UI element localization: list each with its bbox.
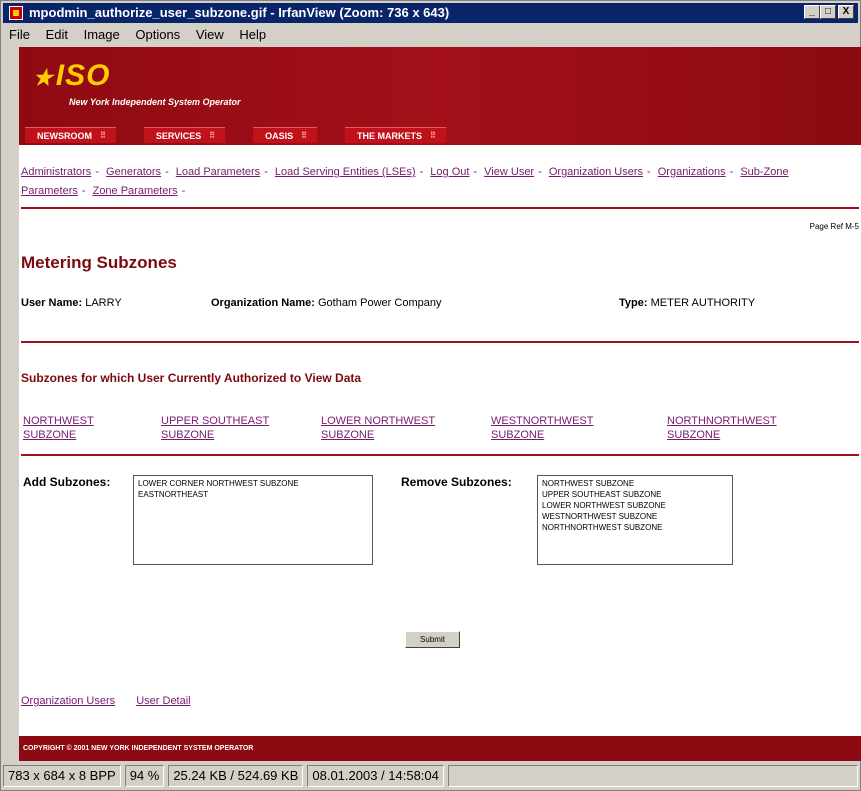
list-option[interactable]: EASTNORTHEAST bbox=[138, 489, 368, 500]
title-bar[interactable]: mpodmin_authorize_user_subzone.gif - Irf… bbox=[3, 3, 858, 23]
link-load-parameters[interactable]: Load Parameters bbox=[176, 166, 260, 178]
status-empty-cell bbox=[447, 765, 858, 787]
list-option[interactable]: NORTHNORTHWEST SUBZONE bbox=[542, 522, 728, 533]
site-nav-tabs: NEWSROOM ⠿ SERVICES ⠿ OASIS ⠿ THE MARKETS ⠿ bbox=[25, 127, 446, 145]
tab-grip-icon: ⠿ bbox=[100, 130, 106, 140]
subzone-name: UPPER SOUTHEAST bbox=[161, 415, 270, 427]
submit-button[interactable]: Submit bbox=[405, 631, 460, 648]
iso-logo[interactable]: ★ISO bbox=[33, 59, 110, 93]
status-zoom: 94 % bbox=[124, 765, 165, 787]
window-title: mpodmin_authorize_user_subzone.gif - Irf… bbox=[29, 5, 450, 20]
menu-image[interactable]: Image bbox=[78, 25, 126, 45]
status-bar: 783 x 684 x 8 BPP 94 % 25.24 KB / 524.69… bbox=[3, 765, 858, 789]
tab-label: SERVICES bbox=[155, 130, 202, 141]
maximize-button[interactable]: □ bbox=[820, 5, 836, 19]
subzone-suffix: SUBZONE bbox=[667, 429, 721, 441]
subzone-name: NORTHNORTHWEST bbox=[667, 415, 777, 427]
divider bbox=[21, 454, 859, 456]
logo-text: ISO bbox=[55, 59, 111, 92]
user-name-label: User Name: bbox=[21, 297, 83, 309]
list-option[interactable]: NORTHWEST SUBZONE bbox=[542, 478, 728, 489]
menu-file[interactable]: File bbox=[3, 25, 36, 45]
user-name-field: User Name: LARRY bbox=[21, 297, 122, 309]
image-viewport: ★ISO New York Independent System Operato… bbox=[19, 47, 861, 761]
tab-services[interactable]: SERVICES ⠿ bbox=[143, 127, 226, 143]
minimize-button[interactable]: _ bbox=[804, 5, 820, 19]
authorized-subzone-link[interactable]: UPPER SOUTHEAST SUBZONE bbox=[161, 414, 269, 442]
tab-label: OASIS bbox=[265, 130, 294, 141]
bottom-links: Organization Users User Detail bbox=[21, 695, 209, 707]
divider bbox=[21, 207, 859, 209]
status-datetime: 08.01.2003 / 14:58:04 bbox=[307, 765, 444, 787]
tab-grip-icon: ⠿ bbox=[429, 130, 436, 140]
site-banner: ★ISO New York Independent System Operato… bbox=[19, 47, 861, 145]
organization-label: Organization Name: bbox=[211, 297, 315, 309]
list-option[interactable]: WESTNORTHWEST SUBZONE bbox=[542, 511, 728, 522]
remove-subzones-list[interactable]: NORTHWEST SUBZONE UPPER SOUTHEAST SUBZON… bbox=[537, 475, 733, 565]
menu-view[interactable]: View bbox=[190, 25, 230, 45]
status-dimensions: 783 x 684 x 8 BPP bbox=[3, 765, 121, 787]
subzone-name: NORTHWEST bbox=[23, 415, 94, 427]
tab-the-markets[interactable]: THE MARKETS ⠿ bbox=[344, 127, 446, 143]
close-button[interactable]: X bbox=[838, 5, 854, 19]
organization-field: Organization Name: Gotham Power Company bbox=[211, 297, 441, 309]
list-option[interactable]: UPPER SOUTHEAST SUBZONE bbox=[542, 489, 728, 500]
type-value: METER AUTHORITY bbox=[650, 297, 756, 309]
link-log-out[interactable]: Log Out bbox=[430, 166, 469, 178]
subzone-suffix: SUBZONE bbox=[161, 429, 215, 441]
list-option[interactable]: LOWER CORNER NORTHWEST SUBZONE bbox=[138, 478, 368, 489]
authorized-subzone-link[interactable]: LOWER NORTHWEST SUBZONE bbox=[321, 414, 435, 442]
user-name-value: LARRY bbox=[85, 297, 122, 309]
link-administrators[interactable]: Administrators bbox=[21, 166, 91, 178]
page-title: Metering Subzones bbox=[21, 253, 177, 272]
tab-grip-icon: ⠿ bbox=[209, 130, 216, 140]
tab-label: NEWSROOM bbox=[37, 130, 92, 141]
copyright-footer: COPYRIGHT © 2001 NEW YORK INDEPENDENT SY… bbox=[19, 736, 861, 761]
link-organization-users[interactable]: Organization Users bbox=[549, 166, 643, 178]
tab-oasis[interactable]: OASIS ⠿ bbox=[253, 127, 317, 143]
link-organizations[interactable]: Organizations bbox=[658, 166, 726, 178]
subzone-suffix: SUBZONE bbox=[23, 429, 77, 441]
divider bbox=[21, 341, 859, 343]
type-label: Type: bbox=[619, 297, 648, 309]
subzone-name: LOWER NORTHWEST bbox=[321, 415, 436, 427]
menu-options[interactable]: Options bbox=[129, 25, 186, 45]
subzone-suffix: SUBZONE bbox=[321, 429, 375, 441]
irfanview-window: mpodmin_authorize_user_subzone.gif - Irf… bbox=[0, 0, 861, 791]
remove-subzones-label: Remove Subzones: bbox=[401, 475, 512, 489]
authorized-subzones-heading: Subzones for which User Currently Author… bbox=[21, 371, 362, 385]
authorized-subzone-link[interactable]: NORTHWEST SUBZONE bbox=[23, 414, 94, 442]
authorized-subzone-link[interactable]: WESTNORTHWEST SUBZONE bbox=[491, 414, 593, 442]
link-zone-parameters[interactable]: Zone Parameters bbox=[93, 185, 178, 197]
list-option[interactable]: LOWER NORTHWEST SUBZONE bbox=[542, 500, 728, 511]
site-tagline: New York Independent System Operator bbox=[69, 97, 241, 107]
status-filesize: 25.24 KB / 524.69 KB bbox=[168, 765, 304, 787]
add-subzones-list[interactable]: LOWER CORNER NORTHWEST SUBZONE EASTNORTH… bbox=[133, 475, 373, 565]
authorized-subzone-link[interactable]: NORTHNORTHWEST SUBZONE bbox=[667, 414, 777, 442]
subzone-name: WESTNORTHWEST bbox=[491, 415, 594, 427]
type-field: Type: METER AUTHORITY bbox=[619, 297, 755, 309]
page-ref: Page Ref M-5 bbox=[809, 222, 859, 231]
irfanview-app-icon bbox=[9, 6, 23, 20]
menu-bar: File Edit Image Options View Help bbox=[3, 25, 858, 45]
subzone-suffix: SUBZONE bbox=[491, 429, 545, 441]
link-organization-users-bottom[interactable]: Organization Users bbox=[21, 695, 115, 707]
tab-label: THE MARKETS bbox=[356, 130, 422, 141]
admin-nav-links: Administrators - Generators - Load Paramet… bbox=[21, 166, 789, 197]
organization-value: Gotham Power Company bbox=[317, 297, 442, 309]
add-subzones-label: Add Subzones: bbox=[23, 475, 111, 489]
menu-help[interactable]: Help bbox=[233, 25, 272, 45]
menu-edit[interactable]: Edit bbox=[40, 25, 74, 45]
tab-newsroom[interactable]: NEWSROOM ⠿ bbox=[25, 127, 116, 143]
link-user-detail[interactable]: User Detail bbox=[136, 695, 190, 707]
tab-grip-icon: ⠿ bbox=[301, 130, 307, 140]
link-lses[interactable]: Load Serving Entities (LSEs) bbox=[275, 166, 416, 178]
link-view-user[interactable]: View User bbox=[484, 166, 534, 178]
link-generators[interactable]: Generators bbox=[106, 166, 161, 178]
